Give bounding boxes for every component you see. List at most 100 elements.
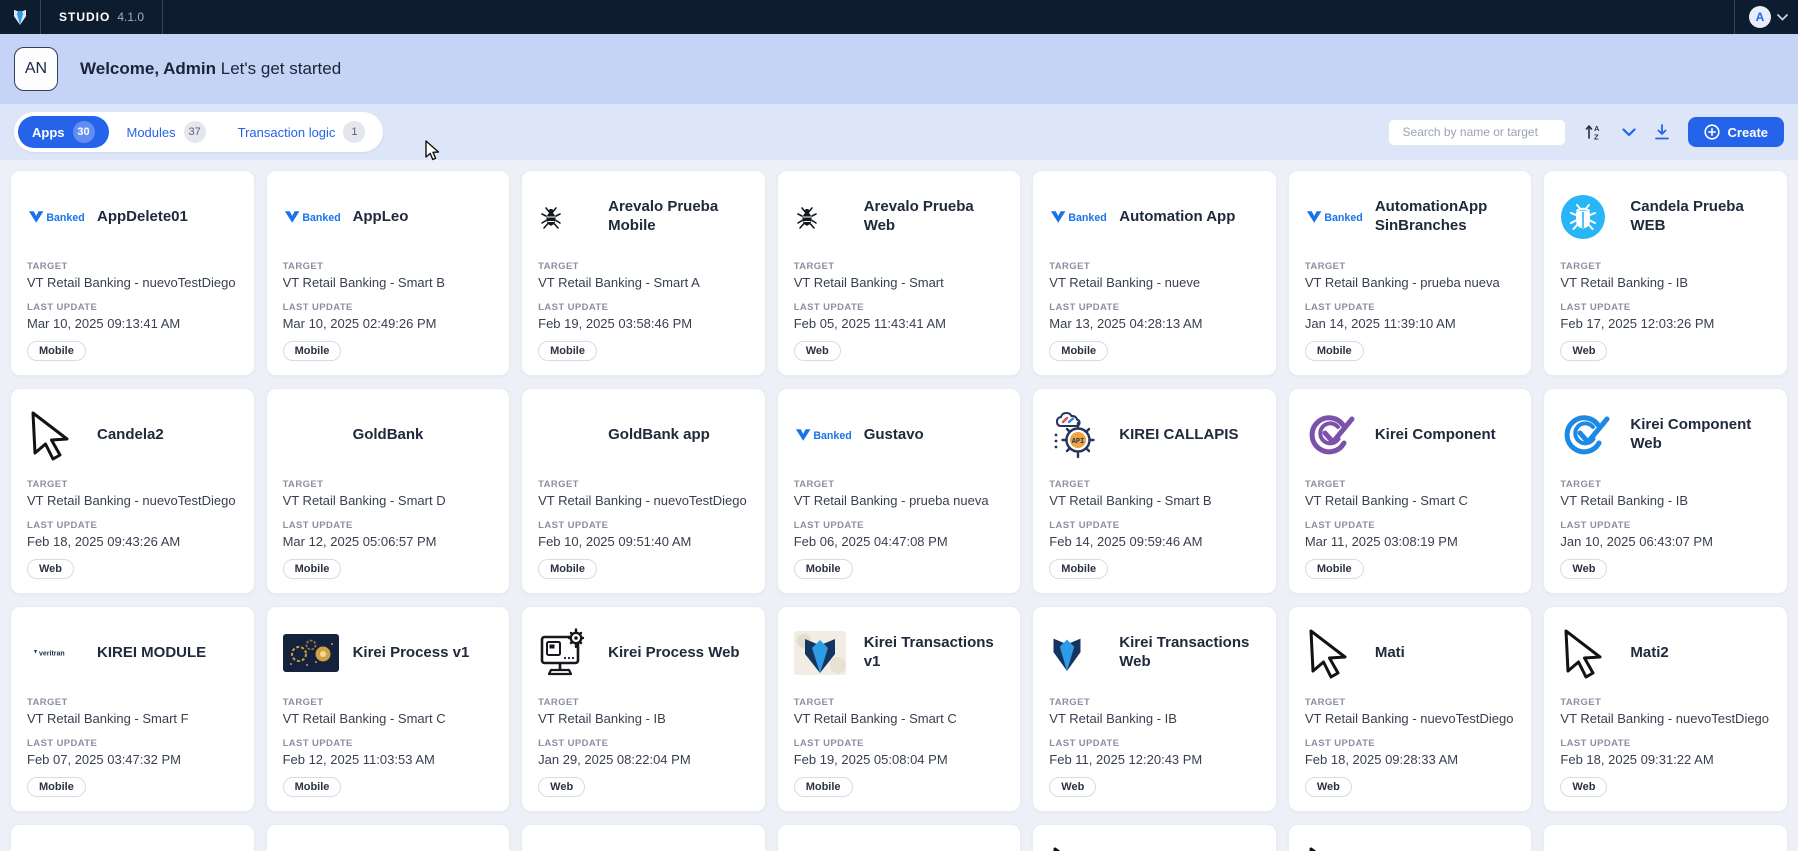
sort-direction-dropdown[interactable] (1622, 128, 1636, 137)
platform-badge: Web (27, 559, 74, 579)
app-card[interactable]: veritran KIREI MODULE TARGET VT Retail B… (10, 606, 255, 812)
sort-button[interactable]: A Z (1584, 123, 1604, 141)
platform-badge: Mobile (538, 341, 597, 361)
target-label: TARGET (1305, 697, 1516, 708)
platform-badge: Web (1560, 777, 1607, 797)
last-update-label: LAST UPDATE (283, 738, 494, 749)
app-card[interactable]: Banked AppDelete01 TARGET VT Retail Bank… (10, 170, 255, 376)
app-card[interactable]: Kirei Process v1 TARGET VT Retail Bankin… (266, 606, 511, 812)
target-value: VT Retail Banking - Smart B (283, 275, 494, 290)
last-update-label: LAST UPDATE (1560, 302, 1771, 313)
app-title: Gustavo (864, 426, 924, 445)
app-card[interactable]: GoldBank TARGET VT Retail Banking - Smar… (266, 388, 511, 594)
cursor-icon (27, 407, 87, 463)
tab-label: Transaction logic (238, 125, 336, 140)
target-value: VT Retail Banking - Smart C (794, 711, 1005, 726)
component-purple-icon (1305, 407, 1365, 463)
app-card[interactable]: Mati TARGET VT Retail Banking - nuevoTes… (1288, 606, 1533, 812)
app-card[interactable]: Mati2 TARGET VT Retail Banking - nuevoTe… (1543, 606, 1788, 812)
app-card[interactable]: Kirei Transactions v1 TARGET VT Retail B… (777, 606, 1022, 812)
greeting-bold: Welcome, Admin (80, 59, 216, 78)
last-update-label: LAST UPDATE (27, 738, 238, 749)
bug-icon (538, 189, 598, 245)
app-title: Candela2 (97, 426, 164, 445)
app-title: Kirei Component Web (1630, 416, 1771, 454)
target-label: TARGET (27, 261, 238, 272)
user-avatar[interactable]: A (1749, 6, 1771, 28)
platform-badge: Web (1560, 341, 1607, 361)
app-card[interactable]: Arevalo Prueba Mobile TARGET VT Retail B… (521, 170, 766, 376)
app-card[interactable]: Kirei Component TARGET VT Retail Banking… (1288, 388, 1533, 594)
app-card[interactable]: Kirei Transactions Web TARGET VT Retail … (1032, 606, 1277, 812)
tab-modules[interactable]: Modules 37 (113, 116, 220, 148)
app-title: Kirei Component (1375, 426, 1496, 445)
app-card[interactable]: Arevalo Prueba Web TARGET VT Retail Bank… (777, 170, 1022, 376)
monitor-gear-icon (538, 625, 598, 681)
last-update-value: Feb 14, 2025 09:59:46 AM (1049, 534, 1260, 549)
app-title: Arevalo Prueba Mobile (608, 198, 749, 236)
app-card-partial[interactable] (521, 824, 766, 851)
last-update-value: Feb 12, 2025 11:03:53 AM (283, 752, 494, 767)
last-update-value: Jan 14, 2025 11:39:10 AM (1305, 316, 1516, 331)
app-card[interactable]: Banked AutomationApp SinBranches TARGET … (1288, 170, 1533, 376)
last-update-value: Feb 17, 2025 12:03:26 PM (1560, 316, 1771, 331)
last-update-value: Feb 18, 2025 09:43:26 AM (27, 534, 238, 549)
apps-grid: Banked AppDelete01 TARGET VT Retail Bank… (0, 160, 1798, 812)
last-update-value: Jan 29, 2025 08:22:04 PM (538, 752, 749, 767)
app-icon-empty (794, 843, 854, 851)
app-card-partial[interactable] (777, 824, 1022, 851)
app-title: Kirei Process Web (608, 644, 739, 663)
platform-badge: Web (538, 777, 585, 797)
tab-transaction-logic[interactable]: Transaction logic 1 (224, 116, 380, 148)
app-title: GoldBank (353, 426, 424, 445)
platform-badge: Mobile (1305, 559, 1364, 579)
tab-count-badge: 1 (343, 121, 365, 143)
search-box[interactable] (1388, 119, 1566, 146)
apps-grid-partial-row (0, 812, 1798, 851)
target-value: VT Retail Banking - Smart F (27, 711, 238, 726)
target-label: TARGET (27, 697, 238, 708)
target-value: VT Retail Banking - nuevoTestDiego (27, 493, 238, 508)
platform-badge: Mobile (27, 777, 86, 797)
svg-text:Banked: Banked (46, 212, 84, 224)
last-update-label: LAST UPDATE (794, 738, 1005, 749)
last-update-label: LAST UPDATE (27, 302, 238, 313)
platform-badge: Mobile (283, 777, 342, 797)
app-card-partial[interactable] (10, 824, 255, 851)
app-icon-empty (538, 407, 598, 463)
app-card[interactable]: Banked AppLeo TARGET VT Retail Banking -… (266, 170, 511, 376)
app-card[interactable]: Candela Prueba WEB TARGET VT Retail Bank… (1543, 170, 1788, 376)
app-card-partial[interactable] (1543, 824, 1788, 851)
app-card-partial[interactable] (1288, 824, 1533, 851)
download-button[interactable] (1654, 124, 1670, 141)
app-card-partial[interactable] (1032, 824, 1277, 851)
platform-badge: Web (1305, 777, 1352, 797)
download-icon (1654, 124, 1670, 141)
svg-text:Banked: Banked (302, 212, 340, 224)
app-card[interactable]: API KIREI CALLAPIS TARGET VT Retail Bank… (1032, 388, 1277, 594)
app-card[interactable]: Kirei Process Web TARGET VT Retail Banki… (521, 606, 766, 812)
app-card[interactable]: Banked Automation App TARGET VT Retail B… (1032, 170, 1277, 376)
create-button[interactable]: Create (1688, 117, 1784, 147)
tab-apps[interactable]: Apps 30 (18, 116, 109, 148)
target-value: VT Retail Banking - Smart D (283, 493, 494, 508)
banked-logo-icon: Banked (794, 407, 854, 463)
last-update-label: LAST UPDATE (794, 302, 1005, 313)
app-card[interactable]: Kirei Component Web TARGET VT Retail Ban… (1543, 388, 1788, 594)
cursor-icon (1560, 625, 1620, 681)
app-icon-empty (283, 407, 343, 463)
last-update-label: LAST UPDATE (1305, 738, 1516, 749)
app-card[interactable]: Banked Gustavo TARGET VT Retail Banking … (777, 388, 1022, 594)
app-card[interactable]: GoldBank app TARGET VT Retail Banking - … (521, 388, 766, 594)
target-value: VT Retail Banking - Smart A (538, 275, 749, 290)
cursor-icon (1305, 843, 1365, 851)
app-title: KIREI CALLAPIS (1119, 426, 1238, 445)
platform-badge: Mobile (538, 559, 597, 579)
search-input[interactable] (1403, 125, 1558, 139)
target-value: VT Retail Banking - IB (538, 711, 749, 726)
app-icon-empty (538, 843, 598, 851)
user-menu-chevron-icon[interactable] (1777, 14, 1788, 21)
app-title: Kirei Transactions Web (1119, 634, 1260, 672)
app-card[interactable]: Candela2 TARGET VT Retail Banking - nuev… (10, 388, 255, 594)
app-card-partial[interactable] (266, 824, 511, 851)
